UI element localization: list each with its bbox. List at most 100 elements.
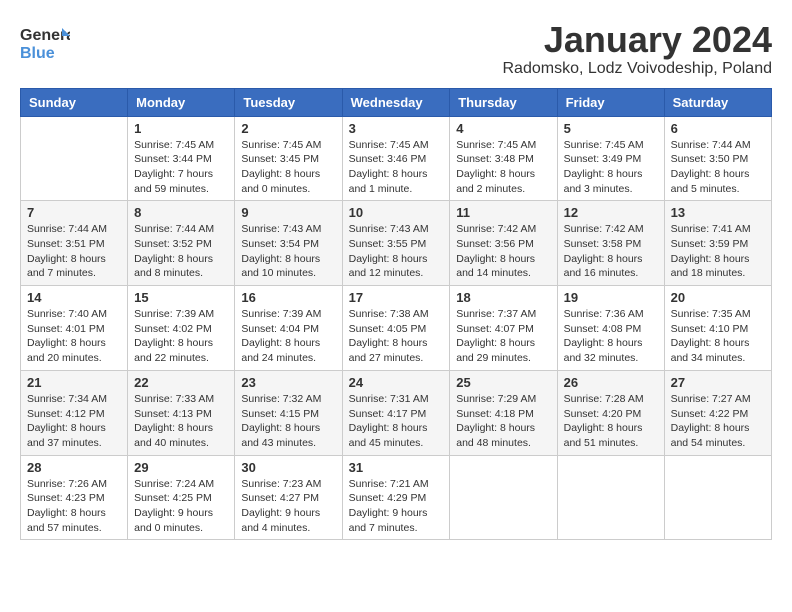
day-number: 10 xyxy=(349,205,444,220)
day-number: 11 xyxy=(456,205,550,220)
calendar-cell: 6 Sunrise: 7:44 AM Sunset: 3:50 PM Daylig… xyxy=(664,116,771,201)
day-number: 15 xyxy=(134,290,228,305)
day-info: Sunrise: 7:42 AM Sunset: 3:58 PM Dayligh… xyxy=(564,222,658,281)
day-info: Sunrise: 7:40 AM Sunset: 4:01 PM Dayligh… xyxy=(27,307,121,366)
day-info: Sunrise: 7:45 AM Sunset: 3:48 PM Dayligh… xyxy=(456,138,550,197)
day-info: Sunrise: 7:35 AM Sunset: 4:10 PM Dayligh… xyxy=(671,307,765,366)
day-info: Sunrise: 7:38 AM Sunset: 4:05 PM Dayligh… xyxy=(349,307,444,366)
calendar-cell: 26 Sunrise: 7:28 AM Sunset: 4:20 PM Dayli… xyxy=(557,370,664,455)
day-info: Sunrise: 7:39 AM Sunset: 4:02 PM Dayligh… xyxy=(134,307,228,366)
calendar-cell: 17 Sunrise: 7:38 AM Sunset: 4:05 PM Dayli… xyxy=(342,286,450,371)
day-number: 6 xyxy=(671,121,765,136)
day-info: Sunrise: 7:27 AM Sunset: 4:22 PM Dayligh… xyxy=(671,392,765,451)
day-info: Sunrise: 7:32 AM Sunset: 4:15 PM Dayligh… xyxy=(241,392,335,451)
weekday-header: Sunday xyxy=(21,88,128,116)
calendar-week-row: 1Sunrise: 7:45 AM Sunset: 3:44 PM Daylig… xyxy=(21,116,772,201)
day-info: Sunrise: 7:26 AM Sunset: 4:23 PM Dayligh… xyxy=(27,477,121,536)
day-number: 26 xyxy=(564,375,658,390)
day-number: 20 xyxy=(671,290,765,305)
day-number: 5 xyxy=(564,121,658,136)
calendar-cell: 25 Sunrise: 7:29 AM Sunset: 4:18 PM Dayli… xyxy=(450,370,557,455)
calendar-cell: 31Sunrise: 7:21 AM Sunset: 4:29 PM Dayli… xyxy=(342,455,450,540)
calendar-cell: 7Sunrise: 7:44 AM Sunset: 3:51 PM Daylig… xyxy=(21,201,128,286)
calendar-cell: 15 Sunrise: 7:39 AM Sunset: 4:02 PM Dayli… xyxy=(128,286,235,371)
day-info: Sunrise: 7:43 AM Sunset: 3:54 PM Dayligh… xyxy=(241,222,335,281)
logo: General Blue xyxy=(20,20,70,70)
page-subtitle: Radomsko, Lodz Voivodeship, Poland xyxy=(502,60,772,78)
day-info: Sunrise: 7:45 AM Sunset: 3:45 PM Dayligh… xyxy=(241,138,335,197)
day-number: 27 xyxy=(671,375,765,390)
title-block: January 2024 Radomsko, Lodz Voivodeship,… xyxy=(502,20,772,78)
calendar-cell: 1Sunrise: 7:45 AM Sunset: 3:44 PM Daylig… xyxy=(128,116,235,201)
weekday-header: Friday xyxy=(557,88,664,116)
day-number: 19 xyxy=(564,290,658,305)
day-number: 25 xyxy=(456,375,550,390)
calendar-cell xyxy=(557,455,664,540)
weekday-header-row: SundayMondayTuesdayWednesdayThursdayFrid… xyxy=(21,88,772,116)
day-info: Sunrise: 7:45 AM Sunset: 3:44 PM Dayligh… xyxy=(134,138,228,197)
logo-icon: General Blue xyxy=(20,20,70,65)
calendar-cell xyxy=(21,116,128,201)
day-number: 24 xyxy=(349,375,444,390)
calendar-week-row: 21 Sunrise: 7:34 AM Sunset: 4:12 PM Dayli… xyxy=(21,370,772,455)
calendar-cell: 18 Sunrise: 7:37 AM Sunset: 4:07 PM Dayli… xyxy=(450,286,557,371)
day-number: 16 xyxy=(241,290,335,305)
day-info: Sunrise: 7:24 AM Sunset: 4:25 PM Dayligh… xyxy=(134,477,228,536)
calendar-cell xyxy=(664,455,771,540)
calendar-cell: 12 Sunrise: 7:42 AM Sunset: 3:58 PM Dayli… xyxy=(557,201,664,286)
weekday-header: Monday xyxy=(128,88,235,116)
calendar-cell: 29 Sunrise: 7:24 AM Sunset: 4:25 PM Dayli… xyxy=(128,455,235,540)
day-info: Sunrise: 7:45 AM Sunset: 3:46 PM Dayligh… xyxy=(349,138,444,197)
weekday-header: Wednesday xyxy=(342,88,450,116)
day-number: 18 xyxy=(456,290,550,305)
calendar-cell: 22Sunrise: 7:33 AM Sunset: 4:13 PM Dayli… xyxy=(128,370,235,455)
day-number: 13 xyxy=(671,205,765,220)
day-info: Sunrise: 7:41 AM Sunset: 3:59 PM Dayligh… xyxy=(671,222,765,281)
weekday-header: Tuesday xyxy=(235,88,342,116)
weekday-header: Thursday xyxy=(450,88,557,116)
calendar-cell: 24 Sunrise: 7:31 AM Sunset: 4:17 PM Dayli… xyxy=(342,370,450,455)
calendar-cell: 23Sunrise: 7:32 AM Sunset: 4:15 PM Dayli… xyxy=(235,370,342,455)
day-info: Sunrise: 7:34 AM Sunset: 4:12 PM Dayligh… xyxy=(27,392,121,451)
day-number: 8 xyxy=(134,205,228,220)
day-number: 29 xyxy=(134,460,228,475)
day-info: Sunrise: 7:28 AM Sunset: 4:20 PM Dayligh… xyxy=(564,392,658,451)
calendar-week-row: 14 Sunrise: 7:40 AM Sunset: 4:01 PM Dayli… xyxy=(21,286,772,371)
calendar-cell: 14 Sunrise: 7:40 AM Sunset: 4:01 PM Dayli… xyxy=(21,286,128,371)
calendar-cell: 19Sunrise: 7:36 AM Sunset: 4:08 PM Dayli… xyxy=(557,286,664,371)
calendar-cell: 27 Sunrise: 7:27 AM Sunset: 4:22 PM Dayli… xyxy=(664,370,771,455)
day-info: Sunrise: 7:39 AM Sunset: 4:04 PM Dayligh… xyxy=(241,307,335,366)
calendar-table: SundayMondayTuesdayWednesdayThursdayFrid… xyxy=(20,88,772,541)
day-number: 17 xyxy=(349,290,444,305)
day-number: 9 xyxy=(241,205,335,220)
page-title: January 2024 xyxy=(502,20,772,60)
calendar-cell: 13 Sunrise: 7:41 AM Sunset: 3:59 PM Dayli… xyxy=(664,201,771,286)
calendar-cell: 5Sunrise: 7:45 AM Sunset: 3:49 PM Daylig… xyxy=(557,116,664,201)
day-number: 2 xyxy=(241,121,335,136)
calendar-week-row: 7Sunrise: 7:44 AM Sunset: 3:51 PM Daylig… xyxy=(21,201,772,286)
day-info: Sunrise: 7:29 AM Sunset: 4:18 PM Dayligh… xyxy=(456,392,550,451)
day-info: Sunrise: 7:31 AM Sunset: 4:17 PM Dayligh… xyxy=(349,392,444,451)
day-number: 12 xyxy=(564,205,658,220)
day-info: Sunrise: 7:21 AM Sunset: 4:29 PM Dayligh… xyxy=(349,477,444,536)
day-info: Sunrise: 7:44 AM Sunset: 3:50 PM Dayligh… xyxy=(671,138,765,197)
day-number: 30 xyxy=(241,460,335,475)
day-info: Sunrise: 7:23 AM Sunset: 4:27 PM Dayligh… xyxy=(241,477,335,536)
calendar-cell: 9 Sunrise: 7:43 AM Sunset: 3:54 PM Daylig… xyxy=(235,201,342,286)
calendar-cell: 8 Sunrise: 7:44 AM Sunset: 3:52 PM Daylig… xyxy=(128,201,235,286)
day-info: Sunrise: 7:44 AM Sunset: 3:52 PM Dayligh… xyxy=(134,222,228,281)
day-info: Sunrise: 7:37 AM Sunset: 4:07 PM Dayligh… xyxy=(456,307,550,366)
day-number: 21 xyxy=(27,375,121,390)
calendar-cell: 10Sunrise: 7:43 AM Sunset: 3:55 PM Dayli… xyxy=(342,201,450,286)
day-number: 4 xyxy=(456,121,550,136)
calendar-cell xyxy=(450,455,557,540)
day-number: 3 xyxy=(349,121,444,136)
calendar-cell: 28 Sunrise: 7:26 AM Sunset: 4:23 PM Dayli… xyxy=(21,455,128,540)
calendar-cell: 30 Sunrise: 7:23 AM Sunset: 4:27 PM Dayli… xyxy=(235,455,342,540)
day-info: Sunrise: 7:44 AM Sunset: 3:51 PM Dayligh… xyxy=(27,222,121,281)
calendar-cell: 4 Sunrise: 7:45 AM Sunset: 3:48 PM Daylig… xyxy=(450,116,557,201)
calendar-cell: 11Sunrise: 7:42 AM Sunset: 3:56 PM Dayli… xyxy=(450,201,557,286)
day-number: 14 xyxy=(27,290,121,305)
calendar-week-row: 28 Sunrise: 7:26 AM Sunset: 4:23 PM Dayli… xyxy=(21,455,772,540)
day-number: 28 xyxy=(27,460,121,475)
